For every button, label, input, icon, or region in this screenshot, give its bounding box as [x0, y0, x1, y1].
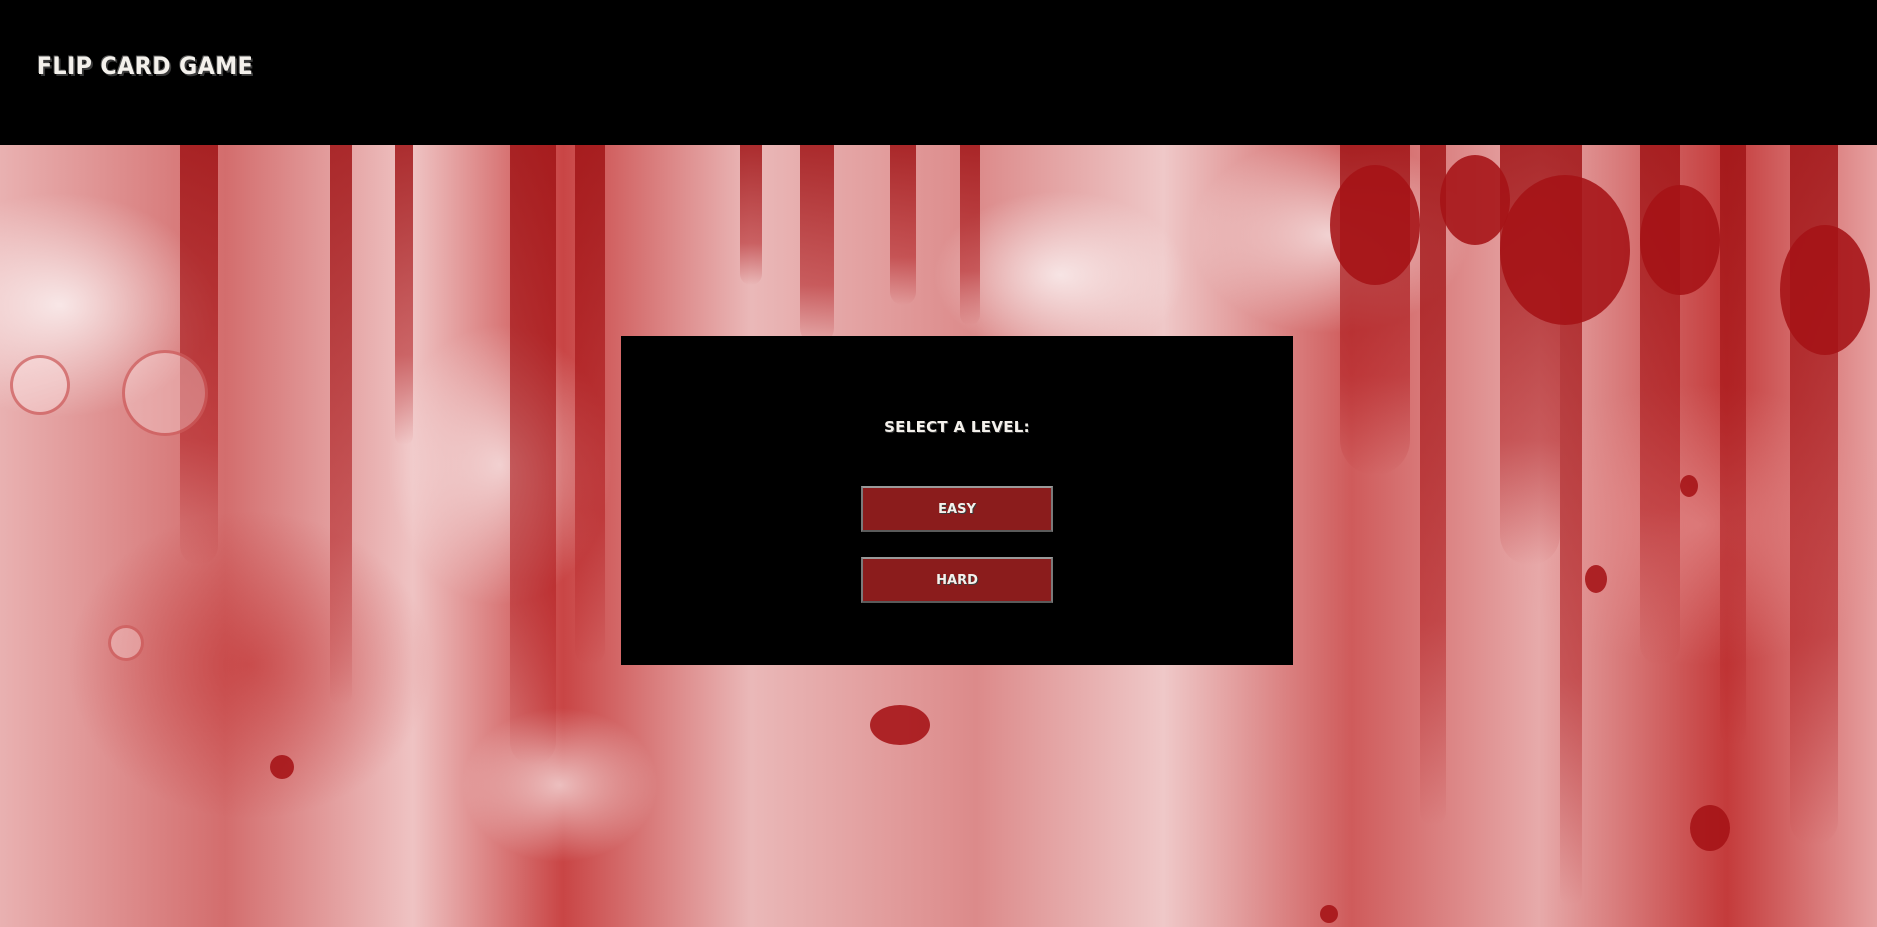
- blood-drip: [800, 145, 834, 345]
- blood-drip: [1420, 145, 1446, 825]
- app-title: FLIP CARD GAME: [37, 52, 254, 80]
- blood-drip: [395, 145, 413, 445]
- blood-splat: [1440, 155, 1510, 245]
- blood-splat: [870, 705, 930, 745]
- blood-splat: [1320, 905, 1338, 923]
- blood-splat: [1680, 475, 1698, 497]
- easy-level-button[interactable]: EASY: [861, 486, 1053, 532]
- blood-splat: [1690, 805, 1730, 851]
- blood-splat: [1585, 565, 1607, 593]
- blood-drip: [330, 145, 352, 705]
- stain-ring: [108, 625, 144, 661]
- level-select-heading: SELECT A LEVEL:: [884, 418, 1030, 436]
- blood-drip: [510, 145, 556, 765]
- blood-splat: [1780, 225, 1870, 355]
- blood-drip: [740, 145, 762, 285]
- stain-ring: [122, 350, 208, 436]
- blood-splat: [1500, 175, 1630, 325]
- stain-ring: [10, 355, 70, 415]
- blood-drip: [890, 145, 916, 305]
- blood-drip: [1720, 145, 1746, 745]
- blood-splat: [270, 755, 294, 779]
- blood-splat: [1640, 185, 1720, 295]
- top-bar: FLIP CARD GAME: [0, 0, 1877, 145]
- blood-drip: [960, 145, 980, 325]
- hard-level-button[interactable]: HARD: [861, 557, 1053, 603]
- level-select-panel: SELECT A LEVEL: EASY HARD: [621, 336, 1293, 665]
- blood-drip: [575, 145, 605, 665]
- blood-splat: [1330, 165, 1420, 285]
